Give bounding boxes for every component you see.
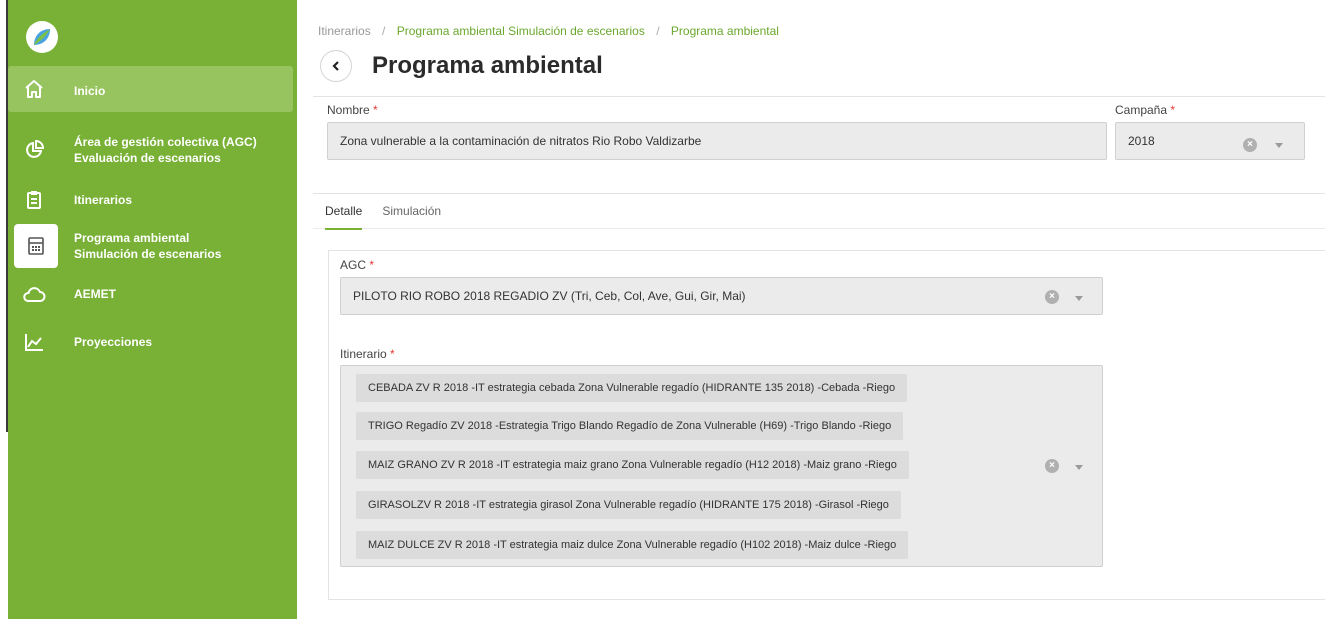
clipboard-icon <box>18 184 50 216</box>
sidebar-item-programa-ambiental[interactable]: Programa ambiental Simulación de escenar… <box>8 224 293 270</box>
home-icon <box>18 73 50 105</box>
nombre-field[interactable]: Zona vulnerable a la contaminación de ni… <box>327 122 1107 160</box>
chevron-down-icon[interactable] <box>1275 143 1283 148</box>
itinerario-chip[interactable]: CEBADA ZV R 2018 -IT estrategia cebada Z… <box>356 374 908 402</box>
sidebar-item-itinerarios[interactable]: Itinerarios <box>8 184 293 216</box>
sidebar-item-proyecciones[interactable]: Proyecciones <box>8 326 293 358</box>
clear-itinerario-icon[interactable]: × <box>1045 459 1059 473</box>
itinerario-chip[interactable]: TRIGO Regadío ZV 2018 -Estrategia Trigo … <box>356 412 904 440</box>
area-chart-icon <box>18 326 50 358</box>
itinerario-chip[interactable]: GIRASOLZV R 2018 -IT estrategia girasol … <box>356 491 901 519</box>
breadcrumb-separator: / <box>656 24 660 38</box>
nombre-label: Nombre * <box>327 103 378 117</box>
clear-campana-icon[interactable]: × <box>1243 138 1257 152</box>
breadcrumb-separator: / <box>382 24 386 38</box>
tabs: Detalle Simulación <box>325 204 461 230</box>
campana-label: Campaña * <box>1115 103 1176 117</box>
campana-select[interactable]: 2018 <box>1115 122 1305 160</box>
page-title: Programa ambiental <box>372 52 603 79</box>
sidebar-item-aemet[interactable]: AEMET <box>8 278 293 310</box>
sidebar-lower <box>8 432 297 619</box>
sidebar-item-label: Área de gestión colectiva (AGC) <box>74 135 257 149</box>
breadcrumb-item-programa-simulacion[interactable]: Programa ambiental Simulación de escenar… <box>397 24 645 38</box>
sidebar-item-label: Itinerarios <box>74 193 133 207</box>
breadcrumb-item-programa-ambiental[interactable]: Programa ambiental <box>671 24 779 38</box>
sidebar-item-label: AEMET <box>74 287 116 301</box>
breadcrumb: Itinerarios / Programa ambiental Simulac… <box>318 24 779 38</box>
chevron-down-icon[interactable] <box>1075 465 1083 470</box>
agc-select[interactable]: PILOTO RIO ROBO 2018 REGADIO ZV (Tri, Ce… <box>340 277 1103 315</box>
tabs-divider <box>313 228 1325 229</box>
sidebar-item-label: Programa ambiental <box>74 231 190 245</box>
tab-detalle[interactable]: Detalle <box>325 204 363 230</box>
clear-agc-icon[interactable]: × <box>1045 290 1059 304</box>
sidebar-item-label: Simulación de escenarios <box>74 247 222 261</box>
cloud-icon <box>18 278 50 310</box>
sidebar-item-label: Inicio <box>74 84 106 98</box>
back-button[interactable] <box>320 50 352 82</box>
sidebar-item-label: Proyecciones <box>74 335 153 349</box>
sidebar-item-inicio[interactable]: Inicio <box>8 66 293 112</box>
calculator-icon <box>14 224 58 268</box>
tab-simulacion[interactable]: Simulación <box>382 204 441 230</box>
itinerario-chip[interactable]: MAIZ GRANO ZV R 2018 -IT estrategia maiz… <box>356 451 909 479</box>
breadcrumb-item-itinerarios[interactable]: Itinerarios <box>318 24 371 38</box>
sidebar-item-agc[interactable]: Área de gestión colectiva (AGC) Evaluaci… <box>8 134 293 174</box>
sidebar <box>8 0 297 432</box>
chevron-left-icon <box>332 61 339 71</box>
itinerario-label: Itinerario * <box>340 347 395 361</box>
sidebar-item-label: Evaluación de escenarios <box>74 151 221 165</box>
pie-chart-icon <box>18 134 50 166</box>
leaf-logo-icon <box>34 29 50 45</box>
app-logo[interactable] <box>26 21 58 53</box>
agc-label: AGC * <box>340 258 375 272</box>
itinerario-chip[interactable]: MAIZ DULCE ZV R 2018 -IT estrategia maiz… <box>356 531 909 559</box>
chevron-down-icon[interactable] <box>1075 296 1083 301</box>
